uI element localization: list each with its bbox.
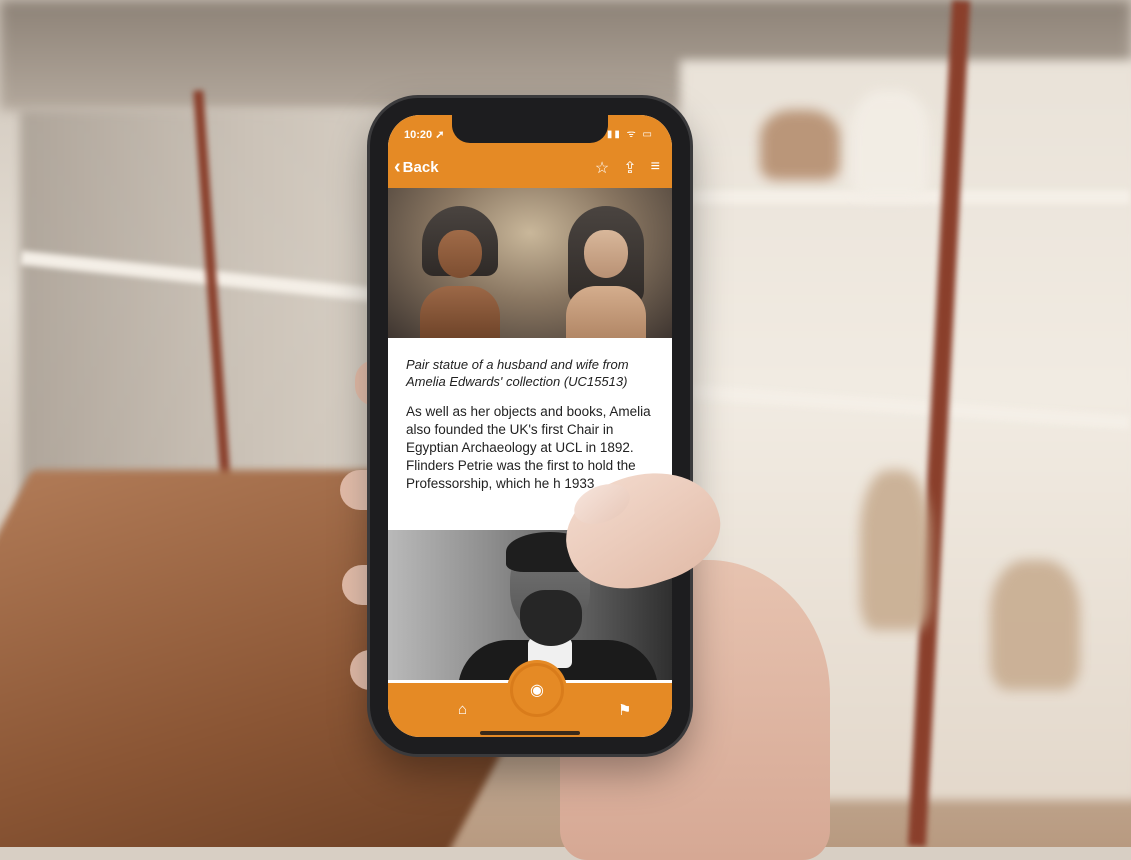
back-button[interactable]: ‹ Back xyxy=(394,157,439,177)
menu-icon[interactable]: ≡ xyxy=(651,158,660,178)
share-icon[interactable]: ⇪ xyxy=(623,158,636,178)
home-indicator xyxy=(480,731,580,735)
people-icon[interactable]: ⚑ xyxy=(618,701,631,719)
statue-photo xyxy=(388,188,672,338)
photo-caption: Pair statue of a husband and wife from A… xyxy=(406,357,629,389)
artifact xyxy=(860,470,930,630)
chevron-left-icon: ‹ xyxy=(394,156,401,178)
tab-bar: ⌂ ◉ ⚑ xyxy=(388,663,672,737)
beacon-icon: ◉ xyxy=(530,682,544,699)
back-label: Back xyxy=(402,158,439,176)
star-icon[interactable]: ☆ xyxy=(595,158,609,178)
phone-screen: 10:20 ➚ ▮▮ ᯤ ▭ ‹ Back ☆ ⇪ ≡ Pair statue … xyxy=(388,115,672,737)
wife-statue xyxy=(556,206,656,338)
nav-bar: ‹ Back ☆ ⇪ ≡ xyxy=(388,150,672,188)
phone-notch xyxy=(452,115,608,143)
artifact xyxy=(760,110,840,180)
artifact xyxy=(850,90,930,200)
nav-actions: ☆ ⇪ ≡ xyxy=(595,158,660,178)
status-icons: ▮▮ ᯤ ▭ xyxy=(606,129,654,140)
husband-statue xyxy=(410,206,510,338)
artifact xyxy=(990,560,1080,690)
status-time: 10:20 ➚ xyxy=(404,129,445,141)
home-icon[interactable]: ⌂ xyxy=(458,701,467,718)
beacon-button[interactable]: ◉ xyxy=(510,663,564,717)
